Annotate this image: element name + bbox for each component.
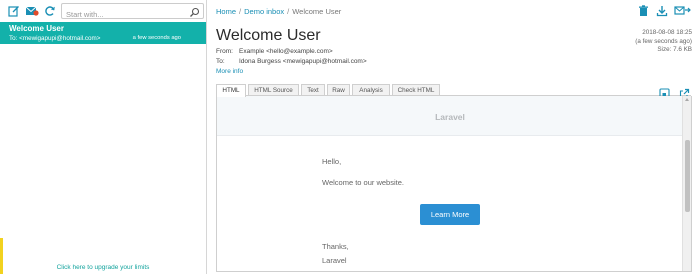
email-meta: 2018-08-08 18:25 (a few seconds ago) Siz… xyxy=(635,29,692,55)
email-subject: Welcome User xyxy=(216,27,321,44)
breadcrumb-current: Welcome User xyxy=(292,7,342,16)
sidebar-toolbar xyxy=(0,0,207,22)
email-date: 2018-08-08 18:25 xyxy=(642,29,692,36)
sidebar: Welcome User To: <mewigapupi@hotmail.com… xyxy=(0,0,207,274)
compose-icon[interactable] xyxy=(7,4,21,18)
email-size: Size: 7.6 KB xyxy=(657,46,692,53)
forward-mail-icon[interactable] xyxy=(674,4,692,18)
email-to: Idona Burgess <mewigapupi@hotmail.com> xyxy=(239,58,367,65)
email-to-row: To: Idona Burgess <mewigapupi@hotmail.com… xyxy=(216,58,367,65)
trash-icon[interactable] xyxy=(636,4,650,18)
breadcrumb-inbox[interactable]: Demo inbox xyxy=(244,7,284,16)
email-signature: Laravel xyxy=(322,256,347,265)
breadcrumb: Home / Demo inbox / Welcome User xyxy=(216,7,341,16)
search-input[interactable] xyxy=(62,7,184,22)
email-signoff: Thanks, xyxy=(322,242,349,251)
more-info-link[interactable]: More info xyxy=(216,68,243,75)
upgrade-link[interactable]: Click here to upgrade your limits xyxy=(0,264,206,271)
email-relative-time: (a few seconds ago) xyxy=(635,37,692,45)
scroll-thumb[interactable] xyxy=(685,140,690,212)
search-icon[interactable] xyxy=(189,5,200,23)
message-subject: Welcome User xyxy=(9,24,64,33)
email-greeting: Hello, xyxy=(322,157,342,166)
email-from-row: From: Example <hello@example.com> xyxy=(216,48,333,55)
mailtrap-app: Welcome User To: <mewigapupi@hotmail.com… xyxy=(0,0,700,274)
from-label: From: xyxy=(216,48,233,55)
sidebar-actions xyxy=(0,4,57,18)
message-view: Home / Demo inbox / Welcome User Welcome Use… xyxy=(207,0,700,274)
download-icon[interactable] xyxy=(655,4,669,18)
email-header-band: Laravel xyxy=(217,96,683,136)
breadcrumb-separator: / xyxy=(287,7,290,16)
scroll-up-arrow[interactable] xyxy=(685,98,689,101)
to-label: To: xyxy=(216,58,225,65)
search-box xyxy=(61,3,204,22)
email-body-text: Welcome to our website. xyxy=(322,178,404,187)
message-recipient: To: <mewigapupi@hotmail.com> xyxy=(9,35,101,42)
learn-more-button[interactable]: Learn More xyxy=(420,204,480,225)
email-preview: Laravel Hello, Welcome to our website. L… xyxy=(216,96,692,272)
email-brand[interactable]: Laravel xyxy=(217,112,683,122)
breadcrumb-home[interactable]: Home xyxy=(216,7,236,16)
message-list-item[interactable]: Welcome User To: <mewigapupi@hotmail.com… xyxy=(0,22,206,44)
refresh-icon[interactable] xyxy=(43,4,57,18)
email-from: Example <hello@example.com> xyxy=(239,48,333,55)
mail-check-icon[interactable] xyxy=(25,4,39,18)
breadcrumb-separator: / xyxy=(239,7,242,16)
tab-html[interactable]: HTML xyxy=(216,84,246,97)
message-time: a few seconds ago xyxy=(132,35,181,41)
message-actions xyxy=(636,4,692,18)
preview-scrollbar[interactable] xyxy=(682,96,691,271)
